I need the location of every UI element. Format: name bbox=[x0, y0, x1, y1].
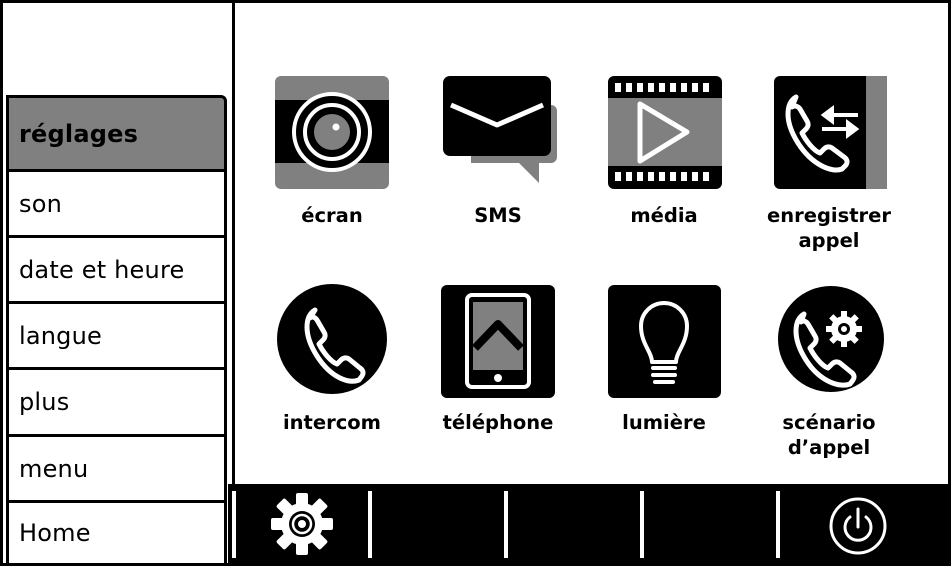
sidebar-item-label: plus bbox=[19, 388, 70, 416]
gear-icon bbox=[271, 493, 333, 555]
intercom-icon bbox=[277, 284, 387, 394]
phone-icon bbox=[441, 285, 555, 398]
sidebar-item-label: son bbox=[19, 189, 62, 218]
bar-divider bbox=[232, 491, 236, 558]
sidebar-item-label: date et heure bbox=[19, 255, 185, 284]
app-intercom[interactable]: intercom bbox=[257, 284, 407, 444]
media-icon bbox=[608, 76, 722, 189]
sidebar-divider bbox=[232, 0, 235, 486]
bar-divider bbox=[640, 491, 644, 558]
light-bulb-icon bbox=[608, 285, 721, 398]
app-label: média bbox=[630, 204, 698, 227]
sidebar-item-date-et-heure[interactable]: date et heure bbox=[6, 235, 227, 304]
sidebar-item-label: menu bbox=[19, 454, 89, 483]
app-label: scénario d’appel bbox=[782, 411, 876, 459]
bar-divider bbox=[776, 491, 780, 558]
sidebar-item-label: langue bbox=[19, 321, 102, 350]
app-media[interactable]: média bbox=[589, 75, 739, 235]
bar-divider bbox=[504, 491, 508, 558]
screen-icon bbox=[275, 76, 389, 189]
bottom-bar bbox=[228, 484, 951, 566]
app-label: téléphone bbox=[442, 411, 554, 434]
app-label: intercom bbox=[282, 411, 381, 434]
app-label: SMS bbox=[474, 204, 522, 227]
app-label: écran bbox=[301, 204, 363, 227]
sidebar-item-langue[interactable]: langue bbox=[6, 301, 227, 370]
power-button[interactable] bbox=[826, 496, 890, 556]
app-ecran[interactable]: écran bbox=[257, 75, 407, 235]
sidebar-item-reglages[interactable]: réglages bbox=[6, 95, 227, 172]
app-telephone[interactable]: téléphone bbox=[423, 284, 573, 444]
sidebar-item-menu[interactable]: menu bbox=[6, 434, 227, 503]
bar-divider bbox=[368, 491, 372, 558]
app-lumiere[interactable]: lumière bbox=[589, 284, 739, 444]
sidebar-item-label: réglages bbox=[19, 119, 139, 148]
record-call-icon bbox=[774, 76, 887, 189]
app-label: lumière bbox=[622, 411, 706, 434]
power-icon bbox=[829, 497, 887, 555]
sidebar-item-home[interactable]: Home bbox=[6, 500, 227, 566]
app-label: enregistrer appel bbox=[767, 204, 891, 252]
app-sms[interactable]: SMS bbox=[423, 75, 573, 235]
sidebar-item-plus[interactable]: plus bbox=[6, 367, 227, 437]
sidebar: réglages son date et heure langue plus m… bbox=[0, 0, 234, 566]
app-scenario-appel[interactable]: scénario d’appel bbox=[754, 284, 904, 474]
app-enregistrer-appel[interactable]: enregistrer appel bbox=[754, 75, 904, 265]
sidebar-item-label: Home bbox=[19, 519, 91, 547]
settings-button[interactable] bbox=[270, 492, 334, 556]
sms-icon bbox=[443, 76, 557, 183]
sidebar-item-son[interactable]: son bbox=[6, 169, 227, 238]
call-scenario-icon bbox=[778, 286, 884, 392]
